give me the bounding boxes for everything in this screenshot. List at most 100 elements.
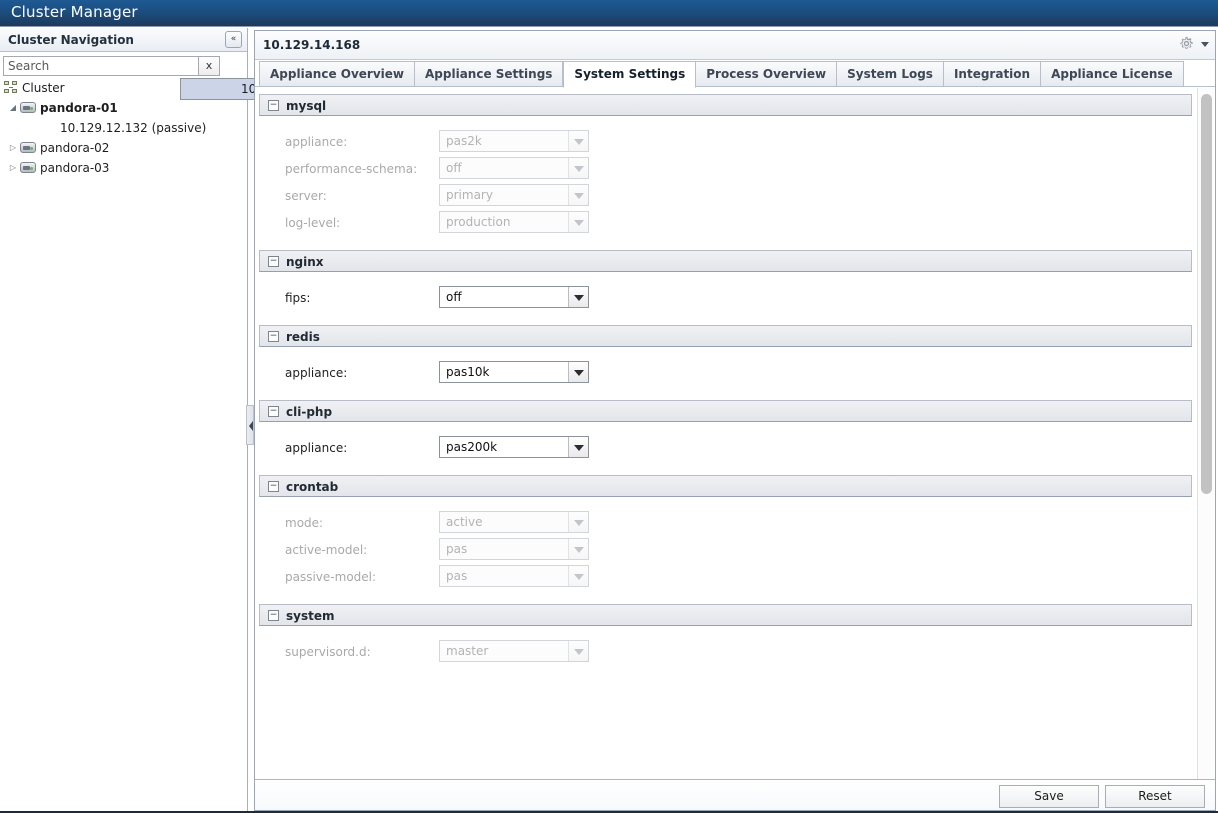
tree-item-pandora-02[interactable]: ▷ pandora-02 [0,138,247,158]
section-title: system [286,609,335,623]
server-icon [20,102,36,113]
tree-item-10-129-12-132-passive[interactable]: 10.129.12.132 (passive) [0,118,247,138]
field-row: appliance: pas200k [259,436,1192,463]
field-label: performance-schema: [285,162,418,176]
section-system: − system supervisord.d: master [259,604,1192,679]
tab-integration[interactable]: Integration [943,61,1042,87]
field-row: log-level: production [259,211,1192,238]
field-row: appliance: pas2k [259,130,1192,157]
dropdown-arrow-icon[interactable] [568,437,588,457]
tree-item-label: 10.129.12.132 (passive) [60,121,207,135]
tab-system-settings[interactable]: System Settings [563,61,697,88]
dropdown-arrow-icon [568,158,588,178]
dropdown-arrow-icon[interactable] [568,362,588,382]
field-row: active-model: pas [259,538,1192,565]
section-collapse-icon[interactable]: − [268,481,279,492]
dropdown-value: pas10k [446,365,490,379]
reset-button[interactable]: Reset [1105,785,1205,808]
section-crontab: − crontab mode: active active-model: pas passi… [259,475,1192,604]
tab-appliance-settings[interactable]: Appliance Settings [415,61,564,87]
section-collapse-icon[interactable]: − [268,256,279,267]
search-clear-button[interactable]: x [199,56,220,76]
section-redis: − redis appliance: pas10k [259,325,1192,400]
dropdown-value: pas [446,542,468,556]
dropdown-arrow-icon[interactable] [568,287,588,307]
field-label: server: [285,189,327,203]
save-button[interactable]: Save [999,785,1099,808]
server-icon [20,162,36,173]
panel-splitter-handle[interactable] [246,405,254,445]
tree-item-label: pandora-01 [40,101,118,115]
expand-arrow-icon[interactable]: ▷ [8,138,18,158]
section-collapse-icon[interactable]: − [268,331,279,342]
field-label: passive-model: [285,570,377,584]
tree-item-content: pandora-02 [20,141,109,155]
dropdown-mode: active [439,511,589,533]
field-row: fips: off [259,286,1192,313]
dropdown-value: active [446,515,483,529]
chevron-down-icon [1201,42,1209,47]
dropdown-arrow-icon [568,641,588,661]
section-cli-php: − cli-php appliance: pas200k [259,400,1192,475]
dropdown-value: master [446,644,489,658]
section-body-cli-php: appliance: pas200k [259,422,1192,475]
chevron-double-left-icon[interactable]: « [225,31,242,48]
expand-arrow-icon[interactable]: ▷ [8,158,18,178]
section-header-crontab[interactable]: − crontab [259,475,1192,497]
nav-header: Cluster Navigation « [0,28,247,52]
tab-system-logs[interactable]: System Logs [837,61,944,87]
scrollbar-thumb[interactable] [1201,94,1212,494]
tree-item-label: Cluster [22,81,65,95]
tab-bar: Appliance Overview Appliance Settings Syst… [255,60,1215,88]
section-header-cli-php[interactable]: − cli-php [259,400,1192,422]
tree-item-label: pandora-02 [40,141,110,155]
tree-item-pandora-01[interactable]: ◢ pandora-01 [0,98,247,118]
field-label: log-level: [285,216,341,230]
field-label: supervisord.d: [285,645,371,659]
splitter-arrow-icon [249,421,253,431]
section-header-system[interactable]: − system [259,604,1192,626]
settings-menu-button[interactable] [1179,36,1209,54]
dropdown-arrow-icon [568,566,588,586]
section-title: nginx [286,255,324,269]
search-input[interactable] [3,56,199,76]
dropdown-value: production [446,215,511,229]
section-collapse-icon[interactable]: − [268,610,279,621]
dropdown-arrow-icon [568,185,588,205]
vertical-scrollbar[interactable] [1197,88,1214,780]
tab-process-overview[interactable]: Process Overview [696,61,838,87]
section-header-nginx[interactable]: − nginx [259,250,1192,272]
field-label: appliance: [285,135,348,149]
section-collapse-icon[interactable]: − [268,100,279,111]
section-body-mysql: appliance: pas2k performance-schema: off ser… [259,116,1192,250]
section-nginx: − nginx fips: off [259,250,1192,325]
cluster-tree: Cluster◢pandora-0110.129.14.16810.129.12… [0,78,330,178]
dropdown-value: off [446,290,462,304]
panel-header: 10.129.14.168 [255,31,1215,60]
dropdown-fips[interactable]: off [439,286,589,308]
section-title: crontab [286,480,339,494]
dropdown-appliance: pas2k [439,130,589,152]
section-body-crontab: mode: active active-model: pas passive-model… [259,497,1192,604]
dropdown-appliance[interactable]: pas10k [439,361,589,383]
section-body-redis: appliance: pas10k [259,347,1192,400]
section-header-mysql[interactable]: − mysql [259,94,1192,116]
settings-scroll-area: − mysql appliance: pas2k performance-schema:… [255,88,1215,780]
dropdown-value: pas2k [446,134,482,148]
tree-item-content: pandora-01 [20,101,118,115]
field-row: mode: active [259,511,1192,538]
section-collapse-icon[interactable]: − [268,406,279,417]
section-body-system: supervisord.d: master [259,626,1192,679]
section-header-redis[interactable]: − redis [259,325,1192,347]
dropdown-appliance[interactable]: pas200k [439,436,589,458]
dropdown-value: pas [446,569,468,583]
tab-appliance-overview[interactable]: Appliance Overview [259,61,416,87]
dropdown-arrow-icon [568,512,588,532]
gear-icon [1179,36,1194,51]
section-title: redis [286,330,320,344]
collapse-arrow-icon[interactable]: ◢ [8,98,18,118]
dropdown-log-level: production [439,211,589,233]
page-title: 10.129.14.168 [263,38,361,52]
tree-item-pandora-03[interactable]: ▷ pandora-03 [0,158,247,178]
tab-appliance-license[interactable]: Appliance License [1041,61,1184,87]
